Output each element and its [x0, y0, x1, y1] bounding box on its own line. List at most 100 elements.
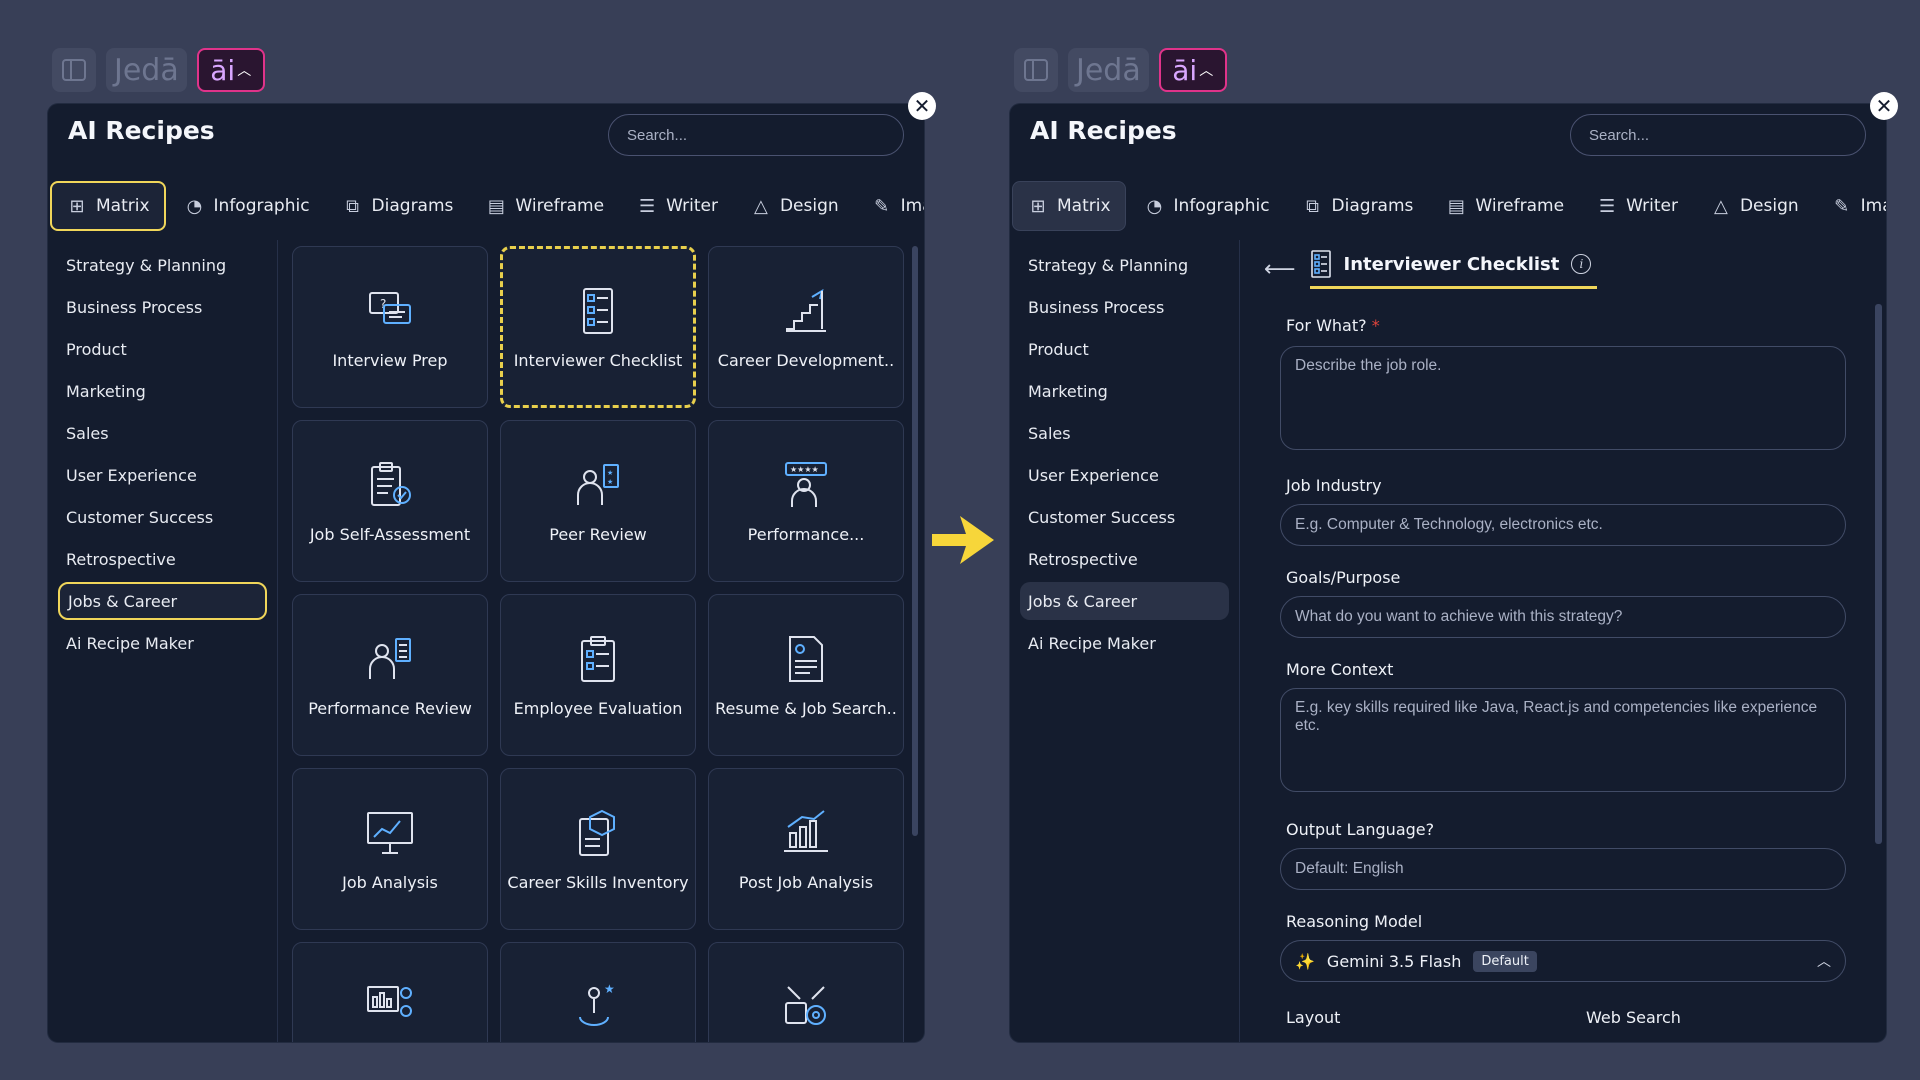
- sidebar-item-sales[interactable]: Sales: [58, 414, 267, 452]
- recipe-form: ⟵ Interviewer Checklist i For What? * Jo…: [1252, 240, 1886, 1042]
- tab-diagrams[interactable]: ⧉ Diagrams: [328, 181, 468, 231]
- recipe-card-peer-review[interactable]: ★ ★ Peer Review: [500, 420, 696, 582]
- scrollbar-thumb[interactable]: [912, 246, 918, 836]
- sidebar-item-business-process[interactable]: Business Process: [58, 288, 267, 326]
- recipe-card-job-analysis[interactable]: Job Analysis: [292, 768, 488, 930]
- recipe-card-career-skills-inventory[interactable]: Career Skills Inventory: [500, 768, 696, 930]
- tab-label: Wireframe: [1475, 196, 1565, 216]
- sidebar-item-customer-success[interactable]: Customer Success: [58, 498, 267, 536]
- sidebar-item-user-experience[interactable]: User Experience: [58, 456, 267, 494]
- ai-menu-button[interactable]: āi ︿: [1158, 48, 1227, 92]
- recipe-card-performance-review[interactable]: Performance Review: [292, 594, 488, 756]
- tab-writer[interactable]: ☰ Writer: [622, 181, 732, 231]
- sidebar-item-strategy[interactable]: Strategy & Planning: [58, 246, 267, 284]
- search-input[interactable]: [1570, 114, 1866, 156]
- model-value: Gemini 3.5 Flash: [1326, 951, 1462, 971]
- sidebar-item-user-experience[interactable]: User Experience: [1020, 456, 1229, 494]
- tab-label: Writer: [1626, 196, 1678, 216]
- tab-label: Design: [1739, 196, 1799, 216]
- panel-title: AI Recipes: [1030, 116, 1177, 145]
- form-title: Interviewer Checklist: [1343, 253, 1560, 275]
- sidebar-item-marketing[interactable]: Marketing: [1020, 372, 1229, 410]
- design-icon: △: [1714, 195, 1728, 217]
- tab-writer[interactable]: ☰ Writer: [1582, 181, 1692, 231]
- tab-matrix[interactable]: ⊞ Matrix: [1012, 181, 1126, 231]
- card-label: Performance Review: [308, 698, 472, 718]
- sidebar-item-product[interactable]: Product: [1020, 330, 1229, 368]
- recipe-card-interviewer-checklist[interactable]: Interviewer Checklist: [500, 246, 696, 408]
- sidebar-toggle-button[interactable]: [1014, 48, 1058, 92]
- for-what-field[interactable]: [1280, 346, 1846, 450]
- default-badge: Default: [1473, 950, 1537, 972]
- sidebar-item-ai-recipe-maker[interactable]: Ai Recipe Maker: [1020, 624, 1229, 662]
- info-icon[interactable]: i: [1571, 254, 1592, 274]
- tab-matrix[interactable]: ⊞ Matrix: [50, 181, 166, 231]
- sidebar-item-ai-recipe-maker[interactable]: Ai Recipe Maker: [58, 624, 267, 662]
- shapes-icon: ⧉: [1306, 195, 1319, 217]
- recipe-card-partial-3[interactable]: [708, 942, 904, 1042]
- reasoning-model-select[interactable]: ✨ Gemini 3.5 Flash Default ︿: [1280, 940, 1846, 982]
- pie-icon: ◔: [186, 195, 203, 217]
- sidebar-item-product[interactable]: Product: [58, 330, 267, 368]
- tab-infographic[interactable]: ◔ Infographic: [170, 181, 324, 231]
- recipe-card-resume-job-search[interactable]: Resume & Job Search..: [708, 594, 904, 756]
- category-sidebar: Strategy & Planning Business Process Pro…: [1010, 240, 1240, 1042]
- performance-rating-icon: ★★★★: [785, 461, 827, 507]
- jeda-logo[interactable]: Jedā: [106, 48, 187, 92]
- grid-scrollbar[interactable]: [912, 240, 918, 1042]
- more-context-field[interactable]: [1280, 688, 1846, 792]
- left-panel-wrap: Jedā āi︿ ✕ AI Recipes ⊞ Matrix ◔ Infograph…: [40, 0, 936, 1080]
- recipe-card-post-job-analysis[interactable]: Post Job Analysis: [708, 768, 904, 930]
- job-industry-field[interactable]: [1280, 504, 1846, 546]
- sidebar-item-customer-success[interactable]: Customer Success: [1020, 498, 1229, 536]
- ai-menu-button[interactable]: āi ︿: [196, 48, 265, 92]
- goals-field[interactable]: [1280, 596, 1846, 638]
- card-label: Employee Evaluation: [513, 698, 683, 718]
- tab-image[interactable]: ✎ Image: [1817, 181, 1886, 231]
- sidebar-item-retrospective[interactable]: Retrospective: [58, 540, 267, 578]
- card-label: Job Self-Assessment: [309, 524, 471, 544]
- form-title-tab: Interviewer Checklist i: [1309, 250, 1598, 289]
- tab-diagrams[interactable]: ⧉ Diagrams: [1288, 181, 1428, 231]
- jeda-logo[interactable]: Jedā: [1068, 48, 1149, 92]
- chevron-up-icon: ︿: [1817, 954, 1831, 970]
- sidebar-item-strategy[interactable]: Strategy & Planning: [1020, 246, 1229, 284]
- back-arrow-icon[interactable]: ⟵: [1264, 257, 1296, 282]
- recipe-card-career-development[interactable]: Career Development..: [708, 246, 904, 408]
- sidebar-item-marketing[interactable]: Marketing: [58, 372, 267, 410]
- tab-wireframe[interactable]: ▤ Wireframe: [1431, 181, 1578, 231]
- tab-design[interactable]: △ Design: [736, 181, 853, 231]
- sidebar-toggle-button[interactable]: [52, 48, 96, 92]
- sidebar-item-business-process[interactable]: Business Process: [1020, 288, 1229, 326]
- search-input[interactable]: [608, 114, 904, 156]
- sidebar-item-sales[interactable]: Sales: [1020, 414, 1229, 452]
- checklist-icon: [583, 287, 613, 334]
- sidebar-item-jobs-career[interactable]: Jobs & Career: [1020, 582, 1229, 620]
- recipe-card-employee-evaluation[interactable]: Employee Evaluation: [500, 594, 696, 756]
- shapes-icon: ⧉: [346, 195, 359, 217]
- form-scrollbar[interactable]: [1875, 304, 1882, 844]
- tab-image[interactable]: ✎ Image: [857, 181, 924, 231]
- recipe-card-interview-prep[interactable]: ? Interview Prep: [292, 246, 488, 408]
- tab-wireframe[interactable]: ▤ Wireframe: [471, 181, 618, 231]
- close-button[interactable]: ✕: [908, 92, 936, 120]
- design-icon: △: [754, 195, 768, 217]
- output-language-field[interactable]: [1280, 848, 1846, 890]
- close-button[interactable]: ✕: [1870, 92, 1898, 120]
- recipe-card-partial-2[interactable]: ★: [500, 942, 696, 1042]
- brush-icon: ✎: [1834, 195, 1850, 217]
- tab-infographic[interactable]: ◔ Infographic: [1130, 181, 1284, 231]
- recipe-card-job-self-assessment[interactable]: Job Self-Assessment: [292, 420, 488, 582]
- recipe-card-performance[interactable]: ★★★★ Performance...: [708, 420, 904, 582]
- card-label: Resume & Job Search..: [715, 698, 897, 718]
- sidebar-item-retrospective[interactable]: Retrospective: [1020, 540, 1229, 578]
- skills-inventory-icon: [579, 809, 615, 856]
- recipe-card-partial-1[interactable]: [292, 942, 488, 1042]
- tab-label: Matrix: [1057, 196, 1111, 216]
- sidebar-item-jobs-career[interactable]: Jobs & Career: [58, 582, 267, 620]
- transition-arrow: [930, 512, 996, 572]
- recipe-tabs: ⊞ Matrix ◔ Infographic ⧉ Diagrams ▤ Wirefram…: [1012, 180, 1886, 232]
- interview-chat-icon: ?: [369, 291, 411, 324]
- evaluation-clipboard-icon: [581, 635, 615, 682]
- tab-design[interactable]: △ Design: [1696, 181, 1813, 231]
